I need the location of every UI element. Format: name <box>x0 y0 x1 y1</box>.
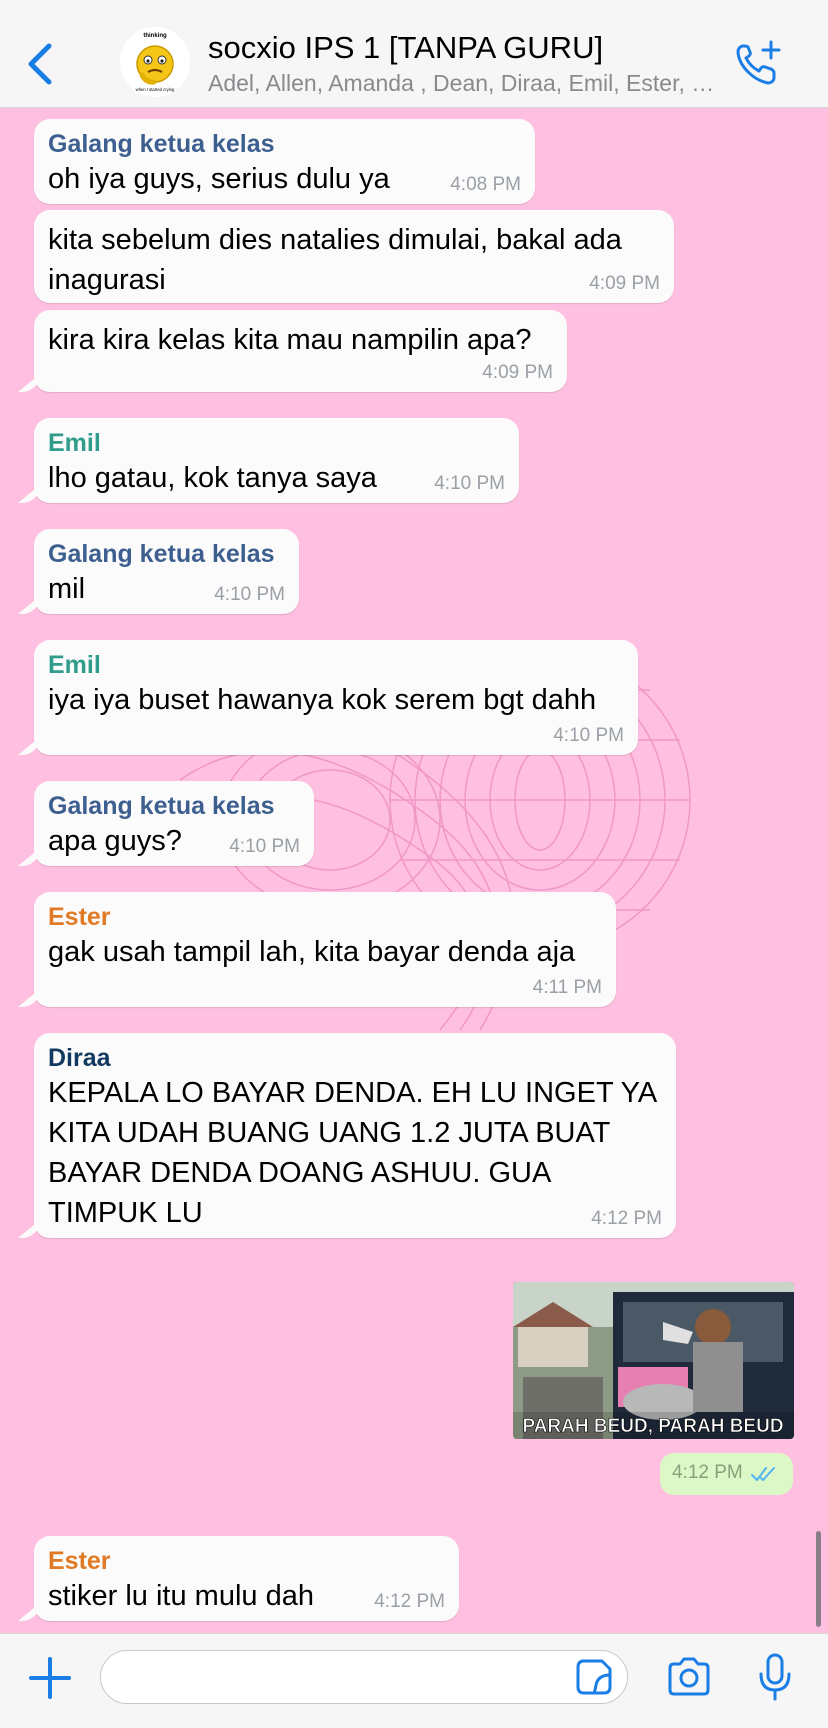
chat-title[interactable]: socxio IPS 1 [TANPA GURU] <box>208 30 728 66</box>
message-time: 4:12 PM <box>374 1591 445 1612</box>
message-text: KEPALA LO BAYAR DENDA. EH LU INGET YA KI… <box>48 1077 656 1229</box>
double-check-icon <box>751 1467 775 1481</box>
message-text: kira kira kelas kita mau nampilin apa? <box>48 324 532 356</box>
sticker-icon[interactable] <box>574 1657 614 1697</box>
sticker-image[interactable]: PARAH BEUD, PARAH BEUD <box>513 1282 794 1439</box>
message-bubble[interactable]: Diraa KEPALA LO BAYAR DENDA. EH LU INGET… <box>34 1033 676 1238</box>
message-time: 4:10 PM <box>553 725 624 746</box>
sender-name[interactable]: Galang ketua kelas <box>48 791 300 821</box>
sender-name[interactable]: Galang ketua kelas <box>48 539 285 569</box>
sender-name[interactable]: Emil <box>48 428 505 458</box>
message-text: iya iya buset hawanya kok serem bgt dahh <box>48 684 597 716</box>
message-bubble[interactable]: kira kira kelas kita mau nampilin apa? 4… <box>34 310 567 392</box>
avatar-caption-top: thinking <box>143 33 167 39</box>
message-time: 4:10 PM <box>229 836 300 857</box>
sender-name[interactable]: Diraa <box>48 1043 662 1073</box>
message-bubble[interactable]: Galang ketua kelas apa guys? 4:10 PM <box>34 781 314 866</box>
message-bubble[interactable]: Galang ketua kelas mil 4:10 PM <box>34 529 299 614</box>
message-time: 4:08 PM <box>450 174 521 195</box>
camera-icon[interactable] <box>666 1656 712 1698</box>
scrollbar[interactable] <box>816 1531 821 1627</box>
message-bubble[interactable]: Emil iya iya buset hawanya kok serem bgt… <box>34 640 638 755</box>
microphone-icon[interactable] <box>757 1652 793 1702</box>
message-bubble[interactable]: kita sebelum dies natalies dimulai, baka… <box>34 210 674 303</box>
message-time: 4:10 PM <box>434 473 505 494</box>
message-bubble[interactable]: Emil lho gatau, kok tanya saya 4:10 PM <box>34 418 519 503</box>
chat-header: thinking when I started crying socxio IP… <box>0 0 828 108</box>
avatar-caption-bottom: when I started crying <box>136 87 175 92</box>
outgoing-status-bubble: 4:12 PM <box>660 1453 793 1495</box>
message-time: 4:09 PM <box>589 273 660 294</box>
sender-name[interactable]: Galang ketua kelas <box>48 129 521 159</box>
message-bubble[interactable]: Ester stiker lu itu mulu dah 4:12 PM <box>34 1536 459 1621</box>
composer-bar <box>0 1633 828 1728</box>
add-call-icon[interactable] <box>733 38 783 88</box>
chat-participants[interactable]: Adel, Allen, Amanda , Dean, Diraa, Emil,… <box>208 70 718 97</box>
message-input[interactable] <box>100 1650 628 1704</box>
sender-name[interactable]: Ester <box>48 1546 445 1576</box>
sender-name[interactable]: Emil <box>48 650 624 680</box>
message-bubble[interactable]: Ester gak usah tampil lah, kita bayar de… <box>34 892 616 1007</box>
message-time: 4:12 PM <box>672 1462 743 1483</box>
sender-name[interactable]: Ester <box>48 902 602 932</box>
chevron-left-icon[interactable] <box>22 40 58 88</box>
message-time: 4:09 PM <box>482 362 553 383</box>
message-time: 4:12 PM <box>591 1208 662 1229</box>
group-avatar[interactable]: thinking when I started crying <box>120 27 190 97</box>
sticker-caption: PARAH BEUD, PARAH BEUD <box>522 1416 783 1437</box>
message-time: 4:10 PM <box>214 584 285 605</box>
plus-icon[interactable] <box>28 1656 72 1700</box>
message-text: kita sebelum dies natalies dimulai, baka… <box>48 224 622 296</box>
message-text: gak usah tampil lah, kita bayar denda aj… <box>48 936 576 968</box>
message-time: 4:11 PM <box>532 977 602 998</box>
message-bubble[interactable]: Galang ketua kelas oh iya guys, serius d… <box>34 119 535 204</box>
